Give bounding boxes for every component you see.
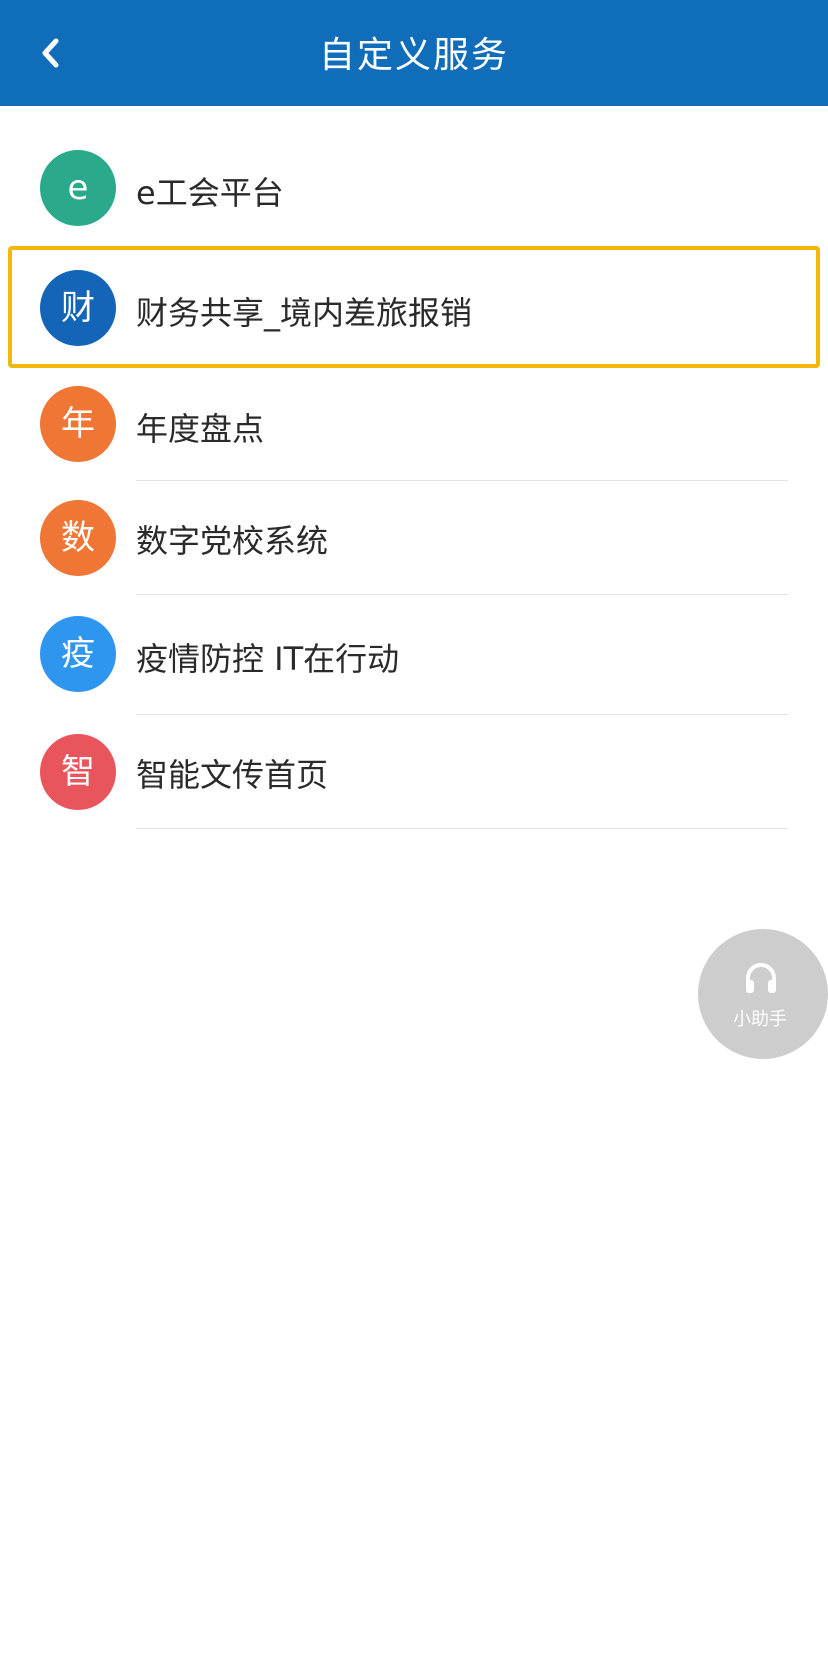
assistant-label: 小助手 bbox=[733, 1009, 787, 1030]
divider bbox=[136, 480, 788, 481]
service-avatar: 数 bbox=[40, 500, 116, 576]
top-bar: 自定义服务 bbox=[0, 0, 828, 106]
divider bbox=[136, 828, 788, 829]
service-item-epidemic-it[interactable]: 疫 疫情防控 IT在行动 bbox=[0, 606, 828, 714]
service-label: 智能文传首页 bbox=[136, 756, 329, 794]
service-item-smart-docs-home[interactable]: 智 智能文传首页 bbox=[0, 726, 828, 828]
service-item-annual-inventory[interactable]: 年 年度盘点 bbox=[0, 376, 828, 480]
service-label: 年度盘点 bbox=[136, 410, 265, 448]
service-label: 数字党校系统 bbox=[136, 522, 329, 560]
service-label: 疫情防控 IT在行动 bbox=[136, 640, 400, 678]
service-avatar: 疫 bbox=[40, 616, 116, 692]
service-avatar: 智 bbox=[40, 734, 116, 810]
page-title: 自定义服务 bbox=[318, 35, 509, 76]
assistant-button[interactable]: 小助手 bbox=[698, 929, 828, 1059]
divider bbox=[136, 594, 788, 595]
headset-icon bbox=[746, 963, 776, 993]
service-item-digital-party-school[interactable]: 数 数字党校系统 bbox=[0, 492, 828, 594]
divider bbox=[136, 714, 788, 715]
selection-highlight bbox=[8, 246, 820, 368]
service-label: e工会平台 bbox=[136, 174, 284, 212]
service-item-e-union[interactable]: e e工会平台 bbox=[0, 140, 828, 236]
service-avatar: e bbox=[40, 150, 116, 226]
service-avatar: 年 bbox=[40, 386, 116, 462]
